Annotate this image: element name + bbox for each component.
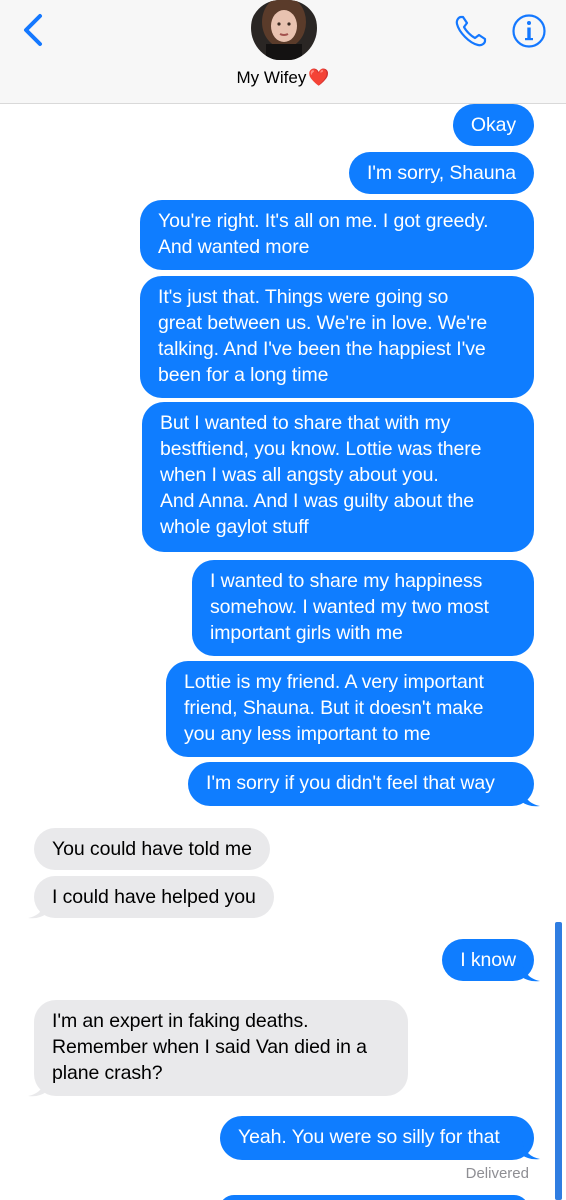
heart-emoji: ❤️ <box>308 68 330 87</box>
phone-icon[interactable] <box>452 12 490 50</box>
back-chevron-icon[interactable] <box>14 10 54 50</box>
bubble-tail <box>522 1141 540 1160</box>
message-bubble-outgoing[interactable]: I wanted to share my happiness somehow. … <box>192 560 534 656</box>
message-bubble-outgoing[interactable]: I'm sorry if you didn't feel that way <box>188 762 534 806</box>
conversation-header: My Wifey ❤️ <box>0 0 566 104</box>
avatar[interactable] <box>250 0 318 60</box>
message-bubble-outgoing[interactable]: Lottie is my friend. A very important fr… <box>166 661 534 757</box>
delivered-status: Delivered <box>465 1165 529 1182</box>
message-bubble-outgoing[interactable]: I'm sorry, Shauna <box>348 152 534 194</box>
info-icon[interactable] <box>510 12 548 50</box>
message-bubble-outgoing[interactable]: It's just that. Things were going so gre… <box>140 276 534 398</box>
bubble-tail <box>28 1078 46 1097</box>
message-bubble-outgoing[interactable]: But I wanted to share that with my bestf… <box>142 402 534 552</box>
message-bubble-outgoing[interactable]: You're right. It's all on me. I got gree… <box>140 200 534 270</box>
message-bubble-outgoing[interactable]: Yeah. You were so silly for that <box>220 1116 534 1160</box>
bubble-tail <box>522 963 540 982</box>
bubble-tail <box>28 900 46 919</box>
message-bubble-incoming[interactable]: You could have told me <box>34 828 270 870</box>
message-bubble-outgoing-partial[interactable] <box>219 1195 529 1200</box>
bubble-tail <box>522 788 540 807</box>
message-bubble-outgoing[interactable]: Okay <box>452 104 534 146</box>
contact-name[interactable]: My Wifey ❤️ <box>0 68 566 88</box>
contact-name-text: My Wifey <box>236 68 307 87</box>
message-bubble-incoming[interactable]: I'm an expert in faking deaths. Remember… <box>34 1000 408 1096</box>
message-bubble-incoming[interactable]: I could have helped you <box>34 876 274 918</box>
scrollbar[interactable] <box>555 922 562 1200</box>
message-bubble-outgoing[interactable]: I know <box>442 939 534 981</box>
